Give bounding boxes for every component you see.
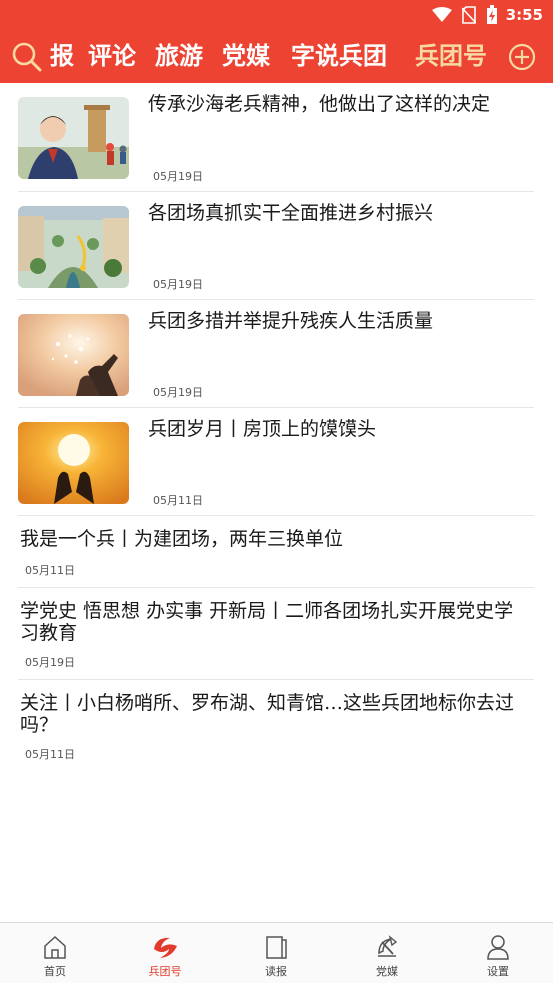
article-title: 我是一个兵丨为建团场，两年三换单位 [20,528,344,550]
article-title: 传承沙海老兵精神，他做出了这样的决定 [148,93,491,115]
clock: 3:55 [505,6,543,24]
nav-home[interactable]: 首页 [0,923,110,983]
nav-label: 读报 [265,965,287,978]
article-date: 05月11日 [25,564,75,577]
article-date: 05月19日 [153,170,203,183]
plus-circle-icon[interactable] [507,42,537,72]
article-date: 05月11日 [25,748,75,761]
article-date: 05月19日 [153,386,203,399]
newspaper-icon [262,933,290,961]
battery-charging-icon [486,5,498,25]
nav-label: 设置 [487,965,509,978]
nav-label: 兵团号 [148,965,182,978]
search-icon[interactable] [11,41,43,73]
article-title: 兵团岁月丨房顶上的馍馍头 [148,418,377,440]
party-emblem-icon [373,933,401,961]
status-bar: 3:55 [0,0,553,30]
tab-bao[interactable]: 报 [50,39,74,73]
wifi-icon [431,7,452,23]
article-thumbnail [18,314,129,396]
article-item[interactable]: 我是一个兵丨为建团场，两年三换单位 05月11日 [18,516,534,588]
nav-settings[interactable]: 设置 [443,923,553,983]
bingtuan-logo-icon [150,933,180,961]
nav-label: 党媒 [376,965,398,978]
article-title: 兵团多措并举提升残疾人生活质量 [148,310,434,332]
article-title: 关注丨小白杨哨所、罗布湖、知青馆…这些兵团地标你去过吗？ [20,692,515,736]
tab-bingtuanhao[interactable]: 兵团号 [415,39,487,73]
article-thumbnail [18,206,129,288]
nav-label: 首页 [44,965,66,978]
article-item[interactable]: 兵团岁月丨房顶上的馍馍头 05月11日 [18,408,534,516]
no-sim-icon [461,6,476,24]
nav-bingtuanhao[interactable]: 兵团号 [110,923,220,983]
article-item[interactable]: 学党史 悟思想 办实事 开新局丨二师各团场扎实开展党史学习教育 05月19日 [18,588,534,680]
article-item[interactable]: 传承沙海老兵精神，他做出了这样的决定 05月19日 [18,83,534,192]
user-icon [484,933,512,961]
article-item[interactable]: 关注丨小白杨哨所、罗布湖、知青馆…这些兵团地标你去过吗？ 05月11日 [18,680,534,772]
article-item[interactable]: 各团场真抓实干全面推进乡村振兴 05月19日 [18,192,534,300]
article-date: 05月11日 [153,494,203,507]
article-item[interactable]: 兵团多措并举提升残疾人生活质量 05月19日 [18,300,534,408]
article-title: 学党史 悟思想 办实事 开新局丨二师各团场扎实开展党史学习教育 [20,600,514,644]
nav-dangmei[interactable]: 党媒 [332,923,442,983]
article-thumbnail [18,422,129,504]
tab-pinglun[interactable]: 评论 [88,39,136,73]
article-date: 05月19日 [25,656,75,669]
bottom-nav-bar: 首页 兵团号 读报 党媒 设置 [0,922,553,983]
article-thumbnail [18,97,129,179]
tab-dangmei[interactable]: 党媒 [222,39,270,73]
home-icon [41,933,69,961]
tab-zishuo-bingtuan[interactable]: 字说兵团 [291,39,387,73]
top-nav-bar: 报 评论 旅游 党媒 字说兵团 兵团号 [0,30,553,83]
article-title: 各团场真抓实干全面推进乡村振兴 [148,202,434,224]
tab-lvyou[interactable]: 旅游 [155,39,203,73]
article-date: 05月19日 [153,278,203,291]
nav-dubao[interactable]: 读报 [221,923,331,983]
